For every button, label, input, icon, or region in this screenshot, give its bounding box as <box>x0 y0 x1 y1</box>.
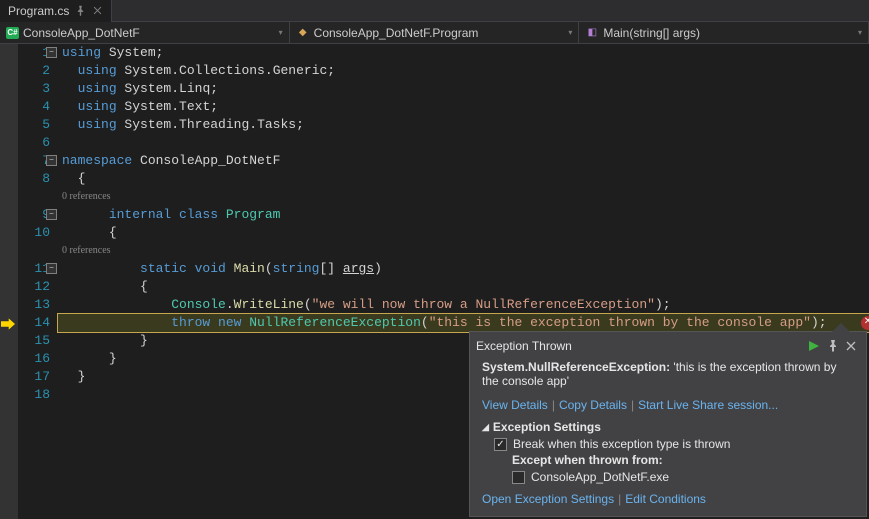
codelens-references[interactable]: 0 references <box>62 191 111 202</box>
exception-helper-popup: Exception Thrown System.NullReferenceExc… <box>469 331 867 517</box>
nav-project-label: ConsoleApp_DotNetF <box>23 26 140 40</box>
tab-label: Program.cs <box>8 4 69 18</box>
tab-programcs[interactable]: Program.cs <box>0 0 112 22</box>
nav-class-dropdown[interactable]: ◆ ConsoleApp_DotNetF.Program ▾ <box>290 22 580 43</box>
tab-bar: Program.cs <box>0 0 869 22</box>
chevron-down-icon: ▾ <box>858 28 862 37</box>
caret-down-icon: ◢ <box>482 422 489 433</box>
class-icon: ◆ <box>296 26 310 40</box>
close-icon[interactable] <box>92 5 103 16</box>
popup-title: Exception Thrown <box>476 339 806 353</box>
nav-class-label: ConsoleApp_DotNetF.Program <box>314 26 479 40</box>
nav-member-dropdown[interactable]: ◧ Main(string[] args) ▾ <box>579 22 869 43</box>
except-when-label: Except when thrown from: <box>512 453 854 467</box>
current-statement-line: throw new NullReferenceException("this i… <box>58 314 869 332</box>
pin-icon[interactable] <box>824 338 842 354</box>
view-details-link[interactable]: View Details <box>482 398 548 412</box>
close-icon[interactable] <box>842 338 860 354</box>
exception-message: System.NullReferenceException: 'this is … <box>482 360 854 388</box>
csharp-project-icon: C# <box>6 27 19 39</box>
module-label: ConsoleApp_DotNetF.exe <box>531 470 669 484</box>
exception-settings-expander[interactable]: ◢Exception Settings <box>482 420 854 434</box>
method-icon: ◧ <box>585 26 599 40</box>
current-statement-arrow <box>1 317 15 331</box>
continue-button[interactable] <box>806 338 824 354</box>
pin-icon[interactable] <box>75 5 86 16</box>
nav-member-label: Main(string[] args) <box>603 26 700 40</box>
exception-error-icon[interactable]: ✕ <box>861 316 869 330</box>
edit-conditions-link[interactable]: Edit Conditions <box>625 492 706 506</box>
fold-toggle[interactable]: − <box>46 263 57 274</box>
copy-details-link[interactable]: Copy Details <box>559 398 627 412</box>
nav-breadcrumb: C# ConsoleApp_DotNetF ▾ ◆ ConsoleApp_Dot… <box>0 22 869 44</box>
codelens-references[interactable]: 0 references <box>62 245 111 256</box>
fold-toggle[interactable]: − <box>46 155 57 166</box>
fold-toggle[interactable]: − <box>46 209 57 220</box>
popup-links: View Details|Copy Details|Start Live Sha… <box>482 398 854 412</box>
nav-project-dropdown[interactable]: C# ConsoleApp_DotNetF ▾ <box>0 22 290 43</box>
start-live-share-link[interactable]: Start Live Share session... <box>638 398 778 412</box>
module-checkbox[interactable] <box>512 471 525 484</box>
line-number-gutter: 123456789101112131415161718 <box>18 44 58 519</box>
fold-toggle[interactable]: − <box>46 47 57 58</box>
popup-pointer <box>832 323 850 332</box>
break-checkbox[interactable]: ✓ <box>494 438 507 451</box>
chevron-down-icon: ▾ <box>279 28 283 37</box>
break-checkbox-label: Break when this exception type is thrown <box>513 437 730 451</box>
breakpoint-margin[interactable] <box>0 44 18 519</box>
open-exception-settings-link[interactable]: Open Exception Settings <box>482 492 614 506</box>
chevron-down-icon: ▾ <box>568 28 572 37</box>
